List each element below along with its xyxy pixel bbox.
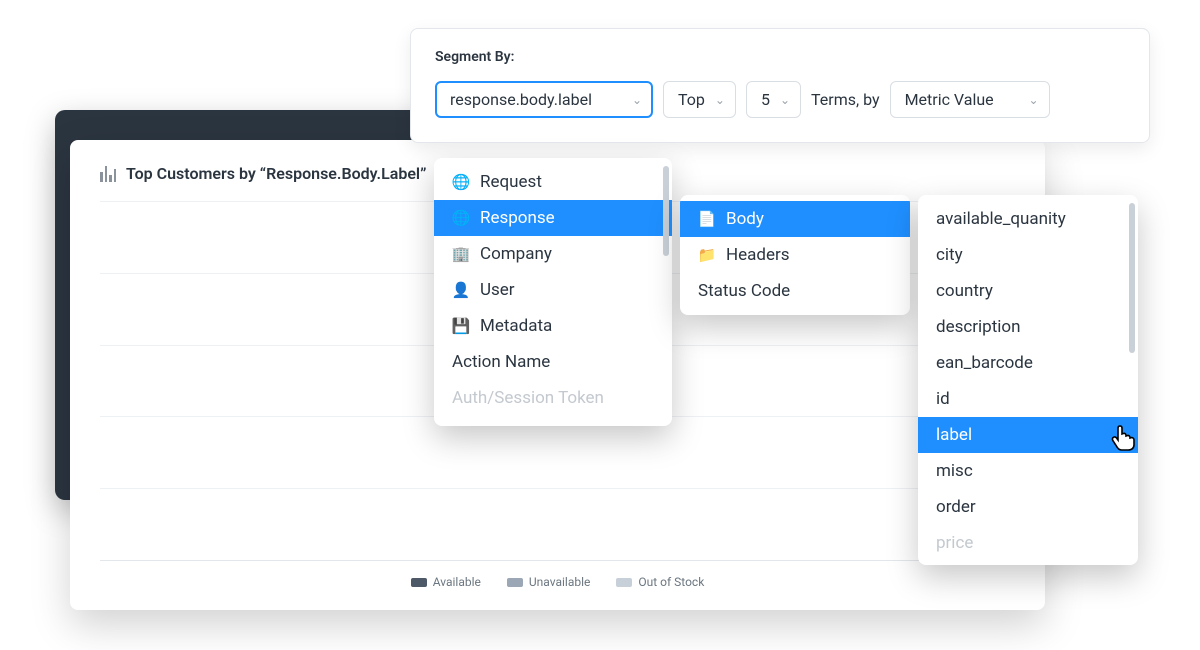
chevron-down-icon: ⌄ (715, 93, 725, 107)
user-icon: 👤 (452, 281, 470, 299)
chart-title: Top Customers by “Response.Body.Label” (126, 164, 426, 183)
segment-metric-value: Metric Value (905, 90, 994, 109)
legend-label: Unavailable (529, 575, 590, 589)
terms-by-text: Terms, by (811, 90, 880, 109)
dropdown-option[interactable]: country (918, 273, 1138, 309)
option-label: Status Code (698, 281, 790, 301)
dropdown-option[interactable]: ean_barcode (918, 345, 1138, 381)
option-label: label (936, 425, 972, 445)
option-label: Request (480, 172, 542, 192)
dropdown-option[interactable]: id (918, 381, 1138, 417)
segment-order-select[interactable]: Top ⌄ (663, 81, 736, 118)
field-root-dropdown[interactable]: 🌐 Request 🌐 Response 🏢 Company 👤 User 💾 Metadata A… (434, 158, 672, 426)
segment-by-controls: response.body.label ⌄ Top ⌄ 5 ⌄ Terms, b… (435, 81, 1125, 118)
segment-count-select[interactable]: 5 ⌄ (746, 81, 801, 118)
option-label: id (936, 389, 950, 409)
option-label: Headers (726, 245, 790, 265)
option-label: Response (480, 208, 555, 228)
scrollbar-thumb[interactable] (663, 166, 669, 256)
dropdown-option[interactable]: misc (918, 453, 1138, 489)
dropdown-scroll[interactable]: available_quanitycity country description e… (918, 195, 1138, 565)
dropdown-option[interactable]: 🌐 Request (434, 164, 672, 200)
chart-legend: Available Unavailable Out of Stock (100, 575, 1015, 589)
option-label: Auth/Session Token (452, 388, 604, 408)
dropdown-option[interactable]: available_quanity (918, 201, 1138, 237)
dropdown-option[interactable]: Status Code (680, 273, 910, 309)
option-label: Action Name (452, 352, 550, 372)
dropdown-option[interactable]: order (918, 489, 1138, 525)
dropdown-option[interactable]: city (918, 237, 1138, 273)
chevron-down-icon: ⌄ (632, 93, 642, 107)
legend-item-out-of-stock: Out of Stock (616, 575, 704, 589)
dropdown-option[interactable]: description (918, 309, 1138, 345)
option-label: Company (480, 244, 552, 264)
dropdown-option[interactable]: 📄 Body (680, 201, 910, 237)
dropdown-option[interactable]: Action Name (434, 344, 672, 380)
swatch-available (411, 578, 427, 587)
dropdown-option[interactable]: Auth/Session Token (434, 380, 672, 416)
segment-field-value: response.body.label (450, 90, 592, 109)
field-sub-dropdown[interactable]: 📄 Body 📁 Headers Status Code (680, 195, 910, 315)
building-icon: 🏢 (452, 245, 470, 263)
chevron-down-icon: ⌄ (780, 93, 790, 107)
option-label: ean_barcode (936, 353, 1033, 373)
swatch-unavailable (507, 578, 523, 587)
globe-icon: 🌐 (452, 209, 470, 227)
option-label: price (936, 533, 973, 553)
dropdown-option[interactable]: 💾 Metadata (434, 308, 672, 344)
dropdown-option[interactable]: 🏢 Company (434, 236, 672, 272)
option-label: misc (936, 461, 973, 481)
dropdown-option[interactable]: label (918, 417, 1138, 453)
segment-order-value: Top (678, 90, 705, 109)
legend-label: Out of Stock (638, 575, 704, 589)
scrollbar-thumb[interactable] (1129, 203, 1135, 353)
segment-by-panel: Segment By: response.body.label ⌄ Top ⌄ … (410, 28, 1150, 143)
save-icon: 💾 (452, 317, 470, 335)
option-label: country (936, 281, 993, 301)
option-label: description (936, 317, 1021, 337)
segment-by-label: Segment By: (435, 49, 1125, 65)
globe-icon: 🌐 (452, 173, 470, 191)
swatch-out-of-stock (616, 578, 632, 587)
option-label: Metadata (480, 316, 552, 336)
segment-count-value: 5 (761, 90, 770, 109)
folder-icon: 📁 (698, 246, 716, 264)
dropdown-option[interactable]: 👤 User (434, 272, 672, 308)
field-leaf-dropdown[interactable]: available_quanitycity country description e… (918, 195, 1138, 565)
dropdown-list: 📄 Body 📁 Headers Status Code (680, 201, 910, 309)
legend-item-available: Available (411, 575, 481, 589)
chevron-down-icon: ⌄ (1029, 93, 1039, 107)
dropdown-scroll[interactable]: 🌐 Request 🌐 Response 🏢 Company 👤 User 💾 Metadata A… (434, 158, 672, 422)
dropdown-option[interactable]: 🌐 Response (434, 200, 672, 236)
option-label: Body (726, 209, 764, 229)
file-icon: 📄 (698, 210, 716, 228)
option-label: city (936, 245, 963, 265)
bar-chart-icon (100, 166, 116, 182)
legend-label: Available (433, 575, 481, 589)
option-label: User (480, 280, 515, 300)
option-label: order (936, 497, 976, 517)
segment-metric-select[interactable]: Metric Value ⌄ (890, 81, 1050, 118)
option-label: available_quanity (936, 209, 1066, 229)
dropdown-option[interactable]: price (918, 525, 1138, 561)
segment-field-select[interactable]: response.body.label ⌄ (435, 81, 653, 118)
dropdown-option[interactable]: 📁 Headers (680, 237, 910, 273)
legend-item-unavailable: Unavailable (507, 575, 590, 589)
